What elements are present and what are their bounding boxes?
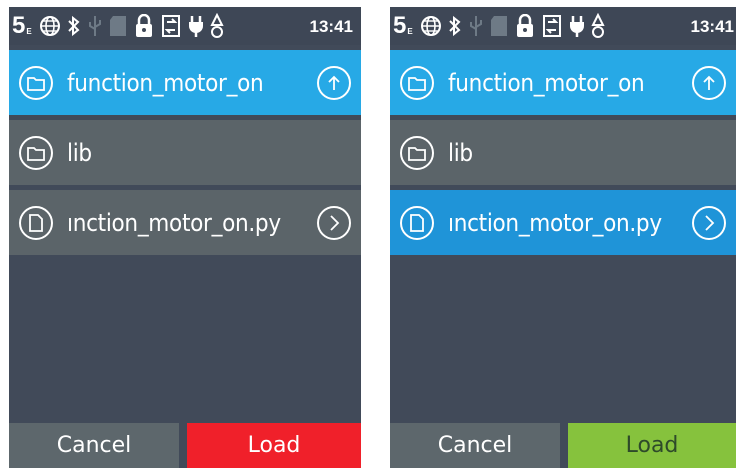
- current-folder-label: function_motor_on: [67, 68, 264, 97]
- folder-icon: [400, 65, 434, 100]
- mode-sub: E: [407, 26, 413, 36]
- load-button[interactable]: Load: [568, 423, 736, 468]
- list-item-label: ınction_motor_on.py: [67, 208, 281, 237]
- current-folder-header: function_motor_on: [390, 50, 736, 115]
- mode-number: 5: [393, 12, 407, 39]
- power-plug-icon: [187, 13, 205, 39]
- chevron-right-icon[interactable]: [317, 205, 351, 240]
- power-plug-icon: [568, 13, 586, 39]
- battery-icon: [591, 13, 605, 39]
- mode-indicator: 5E: [12, 12, 32, 39]
- status-clock: 13:41: [690, 17, 734, 36]
- battery-icon: [210, 13, 224, 39]
- bluetooth-icon: [67, 13, 81, 39]
- current-folder-label: function_motor_on: [448, 68, 645, 97]
- current-folder-header: function_motor_on: [9, 50, 361, 115]
- list-item-lib[interactable]: lib: [9, 120, 361, 185]
- status-clock: 13:41: [309, 17, 353, 36]
- lock-icon: [515, 13, 535, 39]
- globe-icon: [39, 13, 61, 39]
- file-icon: [19, 205, 53, 240]
- usb-icon: [87, 13, 103, 39]
- list-item-label: lib: [67, 138, 92, 167]
- list-item-label: lib: [448, 138, 473, 167]
- file-icon: [400, 205, 434, 240]
- chevron-right-icon[interactable]: [692, 205, 726, 240]
- file-browser-screen-right: 5E 13:41 function_motor_on lib ınction_m…: [390, 7, 736, 468]
- list-item-file-selected[interactable]: ınction_motor_on.py: [390, 190, 736, 255]
- globe-icon: [420, 13, 442, 39]
- status-bar: 5E 13:41: [9, 7, 361, 45]
- file-browser-screen-left: 5E 13:41 function_motor_on lib ınction_m…: [9, 7, 361, 468]
- mode-sub: E: [26, 26, 32, 36]
- status-bar: 5E 13:41: [390, 7, 736, 45]
- lock-icon: [134, 13, 154, 39]
- load-button[interactable]: Load: [187, 423, 361, 468]
- sd-card-icon: [109, 13, 127, 39]
- sd-card-icon: [490, 13, 508, 39]
- usb-icon: [468, 13, 484, 39]
- mode-number: 5: [12, 12, 26, 39]
- folder-icon: [19, 135, 53, 170]
- up-arrow-icon[interactable]: [317, 65, 351, 100]
- cancel-button[interactable]: Cancel: [390, 423, 560, 468]
- sync-icon: [542, 13, 562, 39]
- sync-icon: [161, 13, 181, 39]
- footer-actions: Cancel Load: [9, 423, 361, 468]
- folder-icon: [19, 65, 53, 100]
- folder-icon: [400, 135, 434, 170]
- list-item-lib[interactable]: lib: [390, 120, 736, 185]
- mode-indicator: 5E: [393, 12, 413, 39]
- bluetooth-icon: [448, 13, 462, 39]
- up-arrow-icon[interactable]: [692, 65, 726, 100]
- footer-actions: Cancel Load: [390, 423, 736, 468]
- cancel-button[interactable]: Cancel: [9, 423, 179, 468]
- list-item-label: ınction_motor_on.py: [448, 208, 662, 237]
- list-item-file[interactable]: ınction_motor_on.py: [9, 190, 361, 255]
